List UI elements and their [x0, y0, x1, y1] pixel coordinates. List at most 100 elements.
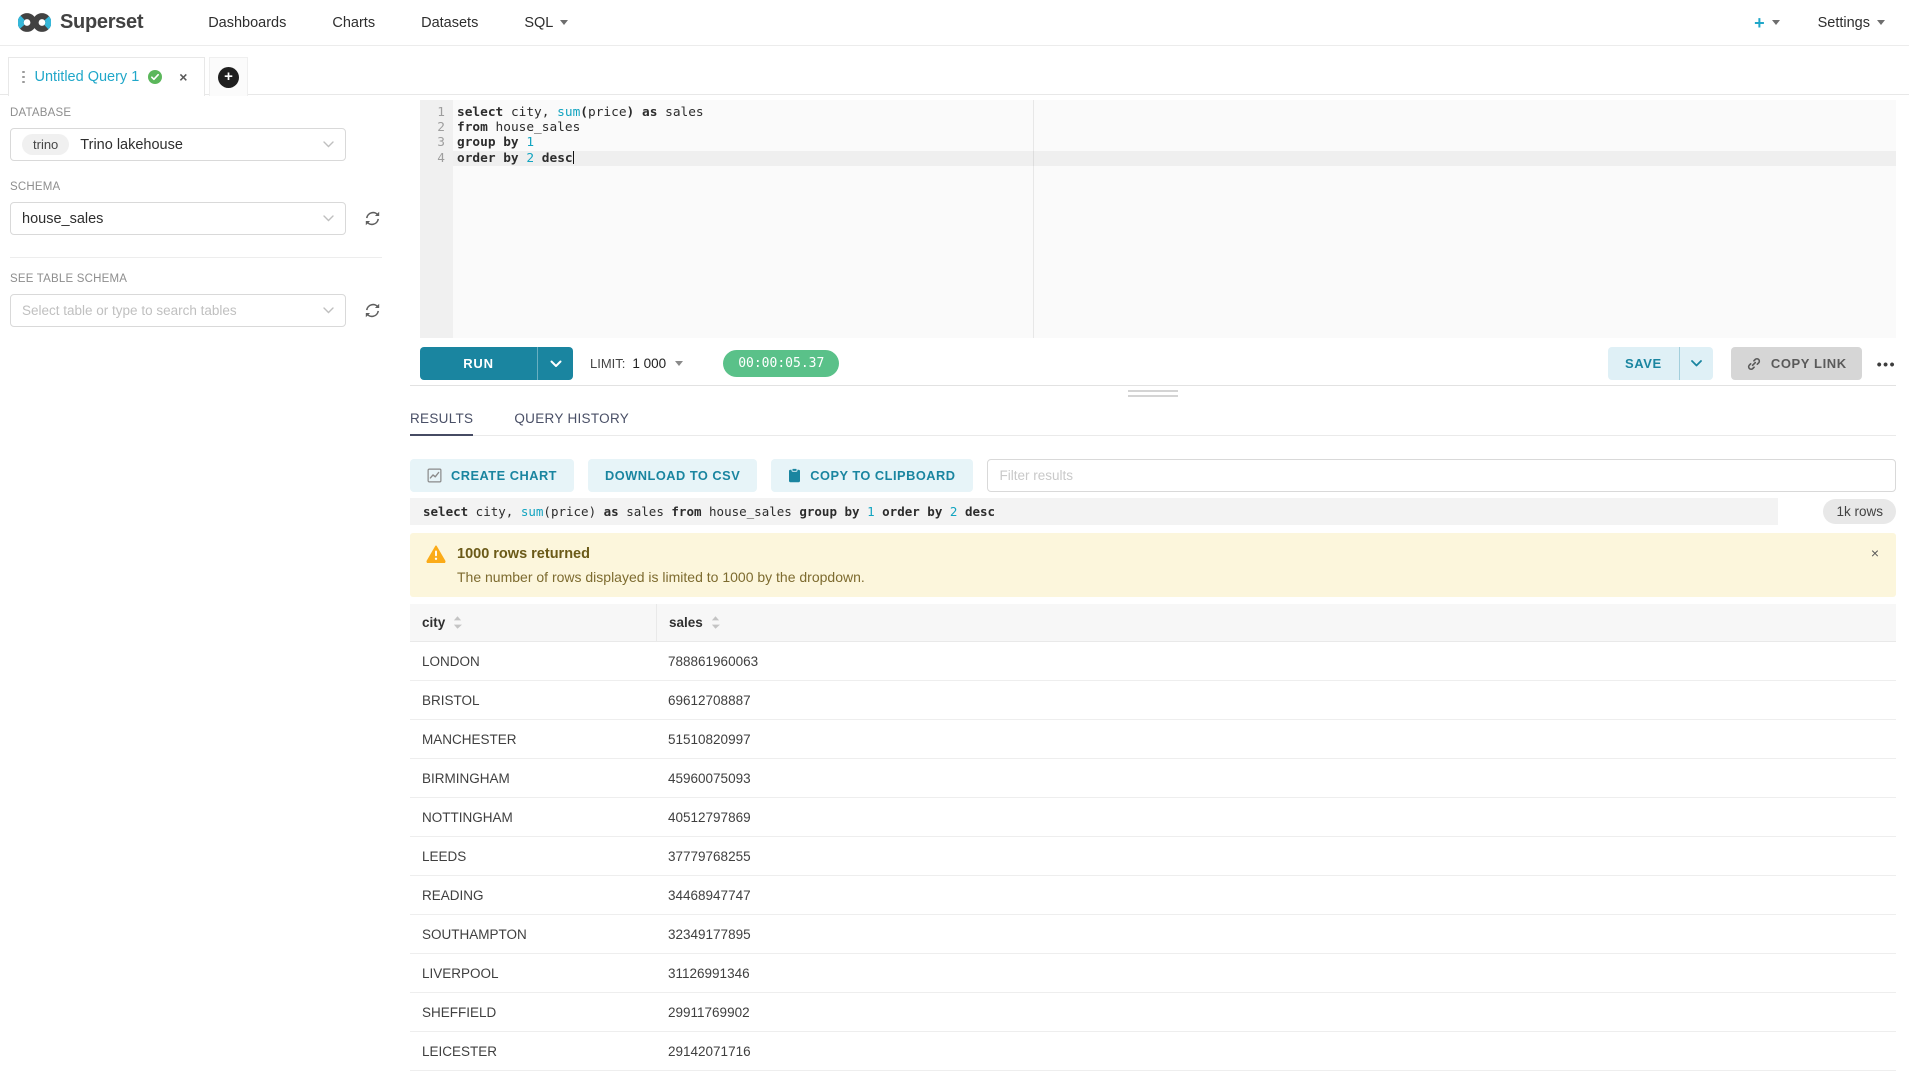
text-cursor [573, 151, 575, 164]
code-line[interactable]: group by 1 [453, 135, 1896, 150]
table-row: SOUTHAMPTON32349177895 [410, 915, 1896, 954]
table-cell: LIVERPOOL [410, 954, 656, 992]
copy-link-button[interactable]: COPY LINK [1731, 347, 1862, 380]
close-alert-icon[interactable]: × [1871, 545, 1879, 561]
close-tab-icon[interactable]: × [179, 69, 187, 85]
database-select[interactable]: trino Trino lakehouse [10, 128, 346, 161]
table-cell: 29142071716 [656, 1032, 1896, 1070]
limit-label: LIMIT: [590, 356, 625, 371]
limit-value: 1 000 [632, 356, 666, 371]
new-query-tab-button[interactable]: + [209, 57, 248, 96]
table-cell: 40512797869 [656, 798, 1896, 836]
sql-editor[interactable]: 1select city, sum(price) as sales2from h… [420, 100, 1896, 338]
pane-resize-handle[interactable] [1128, 390, 1178, 400]
editor-line[interactable]: 2from house_sales [420, 120, 1896, 135]
alert-title: 1000 rows returned [457, 546, 590, 562]
table-cell: 34468947747 [656, 876, 1896, 914]
sidebar-divider [10, 257, 382, 258]
chevron-down-icon [1877, 20, 1885, 25]
alert-message: The number of rows displayed is limited … [457, 569, 1880, 585]
chevron-down-icon [323, 141, 334, 148]
superset-logo[interactable]: Superset [18, 11, 143, 34]
editor-line[interactable]: 3group by 1 [420, 135, 1896, 150]
table-cell: LEEDS [410, 837, 656, 875]
tab-results[interactable]: RESULTS [410, 403, 473, 436]
run-button[interactable]: RUN [420, 347, 537, 380]
plus-circle-icon: + [218, 67, 239, 88]
nav-item-dashboards[interactable]: Dashboards [208, 15, 286, 31]
table-cell: LEICESTER [410, 1032, 656, 1070]
filter-results-input[interactable] [987, 459, 1896, 492]
run-query-split-button[interactable]: RUN [420, 347, 573, 380]
column-header-city[interactable]: city [410, 604, 656, 641]
new-item-button[interactable]: + [1754, 14, 1780, 32]
chevron-down-icon [323, 307, 334, 314]
refresh-schemas-icon[interactable] [364, 210, 381, 227]
table-row: LIVERPOOL31126991346 [410, 954, 1896, 993]
table-cell: 37779768255 [656, 837, 1896, 875]
results-table-body: LONDON788861960063BRISTOL69612708887MANC… [410, 642, 1896, 1071]
results-table: city sales LONDON788861960063BRISTOL6961… [410, 604, 1896, 1071]
nav-item-sql[interactable]: SQL [524, 15, 568, 31]
save-options-button[interactable] [1679, 347, 1713, 380]
rows-limit-alert: 1000 rows returned The number of rows di… [410, 533, 1896, 597]
create-chart-button[interactable]: CREATE CHART [410, 459, 574, 492]
more-actions-button[interactable]: ••• [1877, 356, 1896, 372]
table-cell: READING [410, 876, 656, 914]
table-row: NOTTINGHAM40512797869 [410, 798, 1896, 837]
clipboard-icon [788, 468, 801, 483]
settings-menu[interactable]: Settings [1818, 15, 1885, 31]
schema-select-value: house_sales [22, 211, 103, 227]
table-row: LEICESTER29142071716 [410, 1032, 1896, 1071]
superset-infinity-icon [18, 12, 51, 33]
code-line[interactable]: order by 2 desc [453, 151, 1896, 166]
sort-icon[interactable] [711, 616, 720, 629]
save-button[interactable]: SAVE [1608, 347, 1679, 380]
table-cell: SHEFFIELD [410, 993, 656, 1031]
results-table-header: city sales [410, 604, 1896, 642]
brand-name: Superset [60, 11, 143, 34]
results-action-bar: CREATE CHART DOWNLOAD TO CSV COPY TO CLI… [410, 459, 1896, 492]
code-line[interactable]: from house_sales [453, 120, 1896, 135]
warning-icon [426, 545, 446, 563]
top-navbar: Superset Dashboards Charts Datasets SQL … [0, 0, 1909, 46]
table-cell: NOTTINGHAM [410, 798, 656, 836]
refresh-tables-icon[interactable] [364, 302, 381, 319]
nav-item-datasets[interactable]: Datasets [421, 15, 478, 31]
editor-line[interactable]: 1select city, sum(price) as sales [420, 105, 1896, 120]
schema-label: SCHEMA [10, 181, 382, 193]
tab-query-history[interactable]: QUERY HISTORY [514, 403, 629, 436]
copy-to-clipboard-button[interactable]: COPY TO CLIPBOARD [771, 459, 972, 492]
query-tab-title[interactable]: Untitled Query 1 [35, 69, 140, 85]
table-cell: 69612708887 [656, 681, 1896, 719]
code-line[interactable]: select city, sum(price) as sales [453, 105, 1896, 120]
copy-link-label: COPY LINK [1771, 356, 1847, 371]
tabstrip-divider [0, 94, 1909, 95]
table-select-placeholder: Select table or type to search tables [22, 303, 237, 318]
table-row: READING34468947747 [410, 876, 1896, 915]
query-tab-untitled-query-1[interactable]: Untitled Query 1 × [8, 57, 205, 96]
query-tab-strip: Untitled Query 1 × + [0, 46, 1909, 95]
save-split-button[interactable]: SAVE [1608, 347, 1713, 380]
table-cell: 29911769902 [656, 993, 1896, 1031]
table-cell: LONDON [410, 642, 656, 680]
table-select[interactable]: Select table or type to search tables [10, 294, 346, 327]
results-tab-bar: RESULTS QUERY HISTORY [410, 403, 1896, 436]
schema-select[interactable]: house_sales [10, 202, 346, 235]
database-label: DATABASE [10, 107, 382, 119]
see-table-schema-label: SEE TABLE SCHEMA [10, 273, 382, 285]
pane-divider [410, 385, 1896, 386]
sort-icon[interactable] [453, 616, 462, 629]
limit-dropdown[interactable]: LIMIT: 1 000 [590, 356, 683, 371]
sqllab-left-panel: DATABASE trino Trino lakehouse SCHEMA ho… [10, 107, 382, 327]
column-header-sales[interactable]: sales [656, 604, 1896, 641]
run-options-button[interactable] [537, 347, 573, 380]
table-cell: 31126991346 [656, 954, 1896, 992]
editor-line[interactable]: 4order by 2 desc [420, 151, 1896, 166]
chevron-down-icon [560, 20, 568, 25]
executed-query-row: select city, sum(price) as sales from ho… [410, 498, 1896, 525]
download-csv-button[interactable]: DOWNLOAD TO CSV [588, 459, 757, 492]
drag-handle-icon[interactable] [22, 71, 25, 84]
nav-item-charts[interactable]: Charts [332, 15, 375, 31]
database-select-value: Trino lakehouse [80, 137, 183, 153]
